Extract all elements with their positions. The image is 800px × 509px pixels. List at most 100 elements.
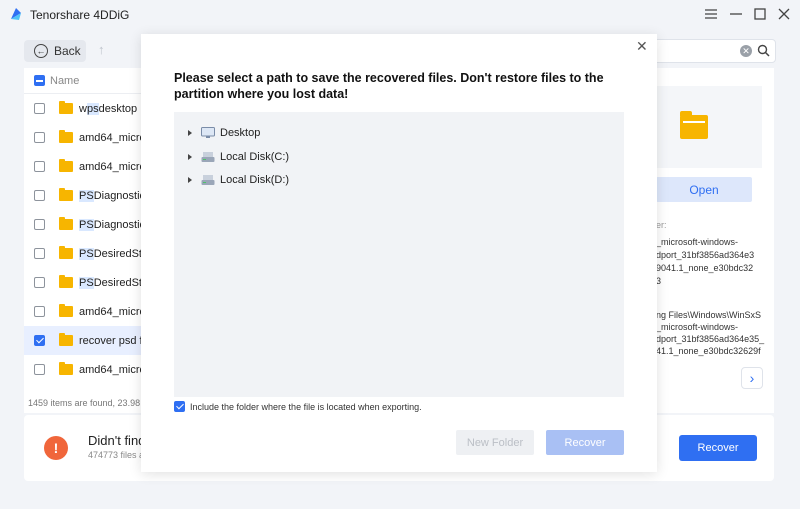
search-icon[interactable] xyxy=(757,44,770,57)
chevron-right-icon: › xyxy=(749,370,755,386)
list-item[interactable]: recover psd files xyxy=(24,326,144,355)
preview-thumbnail xyxy=(656,86,762,168)
include-folder-checkbox[interactable] xyxy=(174,401,185,412)
back-label: Back xyxy=(54,44,81,58)
preview-path-line: dport_31bf3856ad364e3 xyxy=(656,250,755,260)
expand-triangle-icon[interactable] xyxy=(188,130,192,136)
file-name-part: amd64_microsoft-windows xyxy=(79,160,144,173)
menu-icon[interactable] xyxy=(703,6,719,22)
file-name-part: amd64_microsoft-windows xyxy=(79,363,144,376)
row-checkbox[interactable] xyxy=(34,161,45,172)
close-window-icon[interactable] xyxy=(776,6,792,22)
preview-path-line: 3 xyxy=(656,276,662,286)
list-item[interactable]: PSDiagnostics xyxy=(24,181,144,210)
search-input[interactable] xyxy=(640,39,776,63)
folder-icon xyxy=(59,275,73,288)
file-name-part: desktop xyxy=(98,102,138,115)
include-folder-option[interactable]: Include the folder where the file is loc… xyxy=(174,401,422,412)
folder-icon xyxy=(59,159,73,172)
list-item[interactable]: PSDesiredStateConfiguration xyxy=(24,239,144,268)
next-preview-button[interactable]: › xyxy=(741,367,763,389)
file-name-part: w xyxy=(79,102,87,115)
tree-item-label: Desktop xyxy=(220,127,261,139)
file-name: recover psd files xyxy=(79,335,144,347)
search-match-highlight: ps xyxy=(86,102,99,115)
folder-icon xyxy=(59,333,73,346)
file-name-part: DesiredStateConfiguration xyxy=(93,247,144,260)
close-dialog-icon[interactable]: ✕ xyxy=(636,38,648,55)
preview-location-line: dport_31bf3856ad364e35_ xyxy=(656,334,765,344)
file-name: PSDiagnostics xyxy=(79,189,144,202)
app-title: Tenorshare 4DDiG xyxy=(30,8,130,22)
list-header: Name xyxy=(24,68,144,94)
row-checkbox[interactable] xyxy=(34,335,45,346)
monitor-icon xyxy=(201,127,215,139)
folder-icon xyxy=(59,246,73,259)
row-checkbox[interactable] xyxy=(34,248,45,259)
column-name-header[interactable]: Name xyxy=(50,75,79,87)
row-checkbox[interactable] xyxy=(34,103,45,114)
file-name: PSDesiredStateConfiguration xyxy=(79,247,144,260)
file-name: amd64_microsoft-windows xyxy=(79,364,144,376)
folder-icon xyxy=(59,217,73,230)
row-checkbox[interactable] xyxy=(34,277,45,288)
row-checkbox[interactable] xyxy=(34,132,45,143)
new-folder-button[interactable]: New Folder xyxy=(456,430,534,455)
tree-item-label: Local Disk(C:) xyxy=(220,151,290,163)
list-item[interactable]: amd64_microsoft-windows xyxy=(24,355,144,384)
list-item[interactable]: amd64_microsoft-windows xyxy=(24,297,144,326)
list-item[interactable]: PSDiagnostics xyxy=(24,210,144,239)
list-item[interactable]: wpsdesktop xyxy=(24,94,144,123)
tree-item-desktop[interactable]: Desktop xyxy=(188,127,260,139)
file-name: amd64_microsoft-windows xyxy=(79,161,144,173)
preview-path-label: er: xyxy=(656,220,667,230)
search-match-highlight: PS xyxy=(79,276,94,289)
folder-icon xyxy=(59,304,73,317)
list-item[interactable]: PSDesiredStateConfiguration xyxy=(24,268,144,297)
minimize-icon[interactable] xyxy=(728,6,744,22)
row-checkbox[interactable] xyxy=(34,306,45,317)
row-checkbox[interactable] xyxy=(34,190,45,201)
file-name-part: recover psd files xyxy=(79,334,144,347)
search-match-highlight: PS xyxy=(79,218,94,231)
tree-item-local-disk-d[interactable]: Local Disk(D:) xyxy=(188,174,289,186)
include-folder-label: Include the folder where the file is loc… xyxy=(190,401,422,412)
dialog-title: Please select a path to save the recover… xyxy=(174,71,604,101)
expand-triangle-icon[interactable] xyxy=(188,154,192,160)
preview-location-line: _microsoft-windows- xyxy=(656,322,739,332)
title-bar: Tenorshare 4DDiG xyxy=(0,0,800,30)
select-all-checkbox[interactable] xyxy=(34,75,45,86)
folder-icon xyxy=(59,188,73,201)
disk-icon xyxy=(201,151,215,163)
file-name-part: amd64_microsoft-windows xyxy=(79,131,144,144)
dialog-recover-button[interactable]: Recover xyxy=(546,430,624,455)
file-list-panel: Name wpsdesktopamd64_microsoft-windowsam… xyxy=(24,68,144,413)
disk-icon xyxy=(201,174,215,186)
back-button[interactable]: ← Back xyxy=(24,40,86,62)
open-button[interactable]: Open xyxy=(656,177,752,202)
folder-icon xyxy=(59,362,73,375)
list-item[interactable]: amd64_microsoft-windows xyxy=(24,123,144,152)
list-item[interactable]: amd64_microsoft-windows xyxy=(24,152,144,181)
file-name: PSDesiredStateConfiguration xyxy=(79,276,144,289)
file-name-part: DesiredStateConfiguration xyxy=(93,276,144,289)
preview-location-line: 41.1_none_e30bdc32629f xyxy=(656,346,761,356)
file-name-part: Diagnostics xyxy=(93,189,144,202)
app-logo-icon xyxy=(11,8,21,20)
clear-icon[interactable]: ✕ xyxy=(740,45,752,57)
file-name-part: Diagnostics xyxy=(93,218,144,231)
file-name: wpsdesktop xyxy=(79,102,138,115)
arrow-up-icon[interactable]: ↑ xyxy=(98,42,105,57)
didnt-find-text: Didn't find xyxy=(88,433,142,448)
recover-button[interactable]: Recover xyxy=(679,435,757,461)
row-checkbox[interactable] xyxy=(34,364,45,375)
maximize-icon[interactable] xyxy=(752,6,768,22)
expand-triangle-icon[interactable] xyxy=(188,177,192,183)
search-match-highlight: PS xyxy=(79,247,94,260)
tree-item-local-disk-c[interactable]: Local Disk(C:) xyxy=(188,151,289,163)
status-text: 1459 items are found, 23.98 xyxy=(28,398,140,408)
tree-item-label: Local Disk(D:) xyxy=(220,174,290,186)
file-name-part: amd64_microsoft-windows xyxy=(79,305,144,318)
folder-icon xyxy=(59,101,73,114)
row-checkbox[interactable] xyxy=(34,219,45,230)
